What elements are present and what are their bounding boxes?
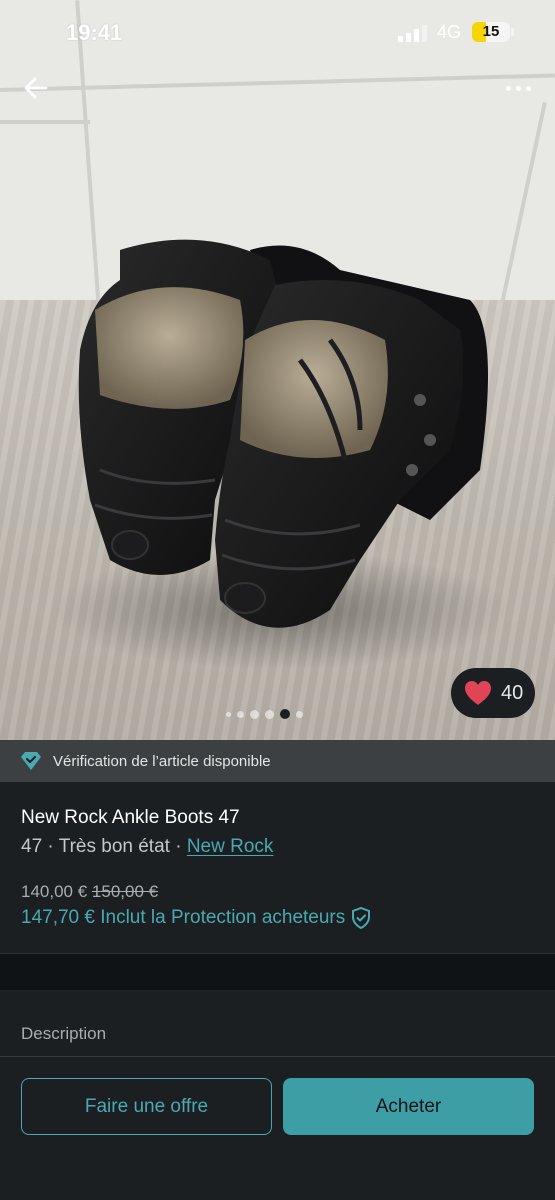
status-bar: 19:41 4G 15: [0, 0, 555, 66]
signal-icon: [398, 24, 428, 42]
verification-text: Vérification de l’article disponible: [53, 752, 271, 770]
action-bar: Faire une offre Acheter: [0, 1057, 555, 1200]
buy-button[interactable]: Acheter: [283, 1078, 534, 1135]
more-options-button[interactable]: [500, 78, 536, 98]
gallery-pagination[interactable]: [226, 707, 303, 721]
diamond-check-icon: [21, 752, 41, 770]
battery-icon: 15: [472, 22, 510, 42]
gallery-dot[interactable]: [296, 710, 303, 718]
total-price-text: 147,70 € Inclut la Protection acheteurs: [21, 907, 346, 928]
network-type: 4G: [437, 22, 462, 42]
item-brand-link[interactable]: New Rock: [187, 836, 274, 857]
gallery-dot[interactable]: [250, 709, 259, 719]
favorite-button[interactable]: 40: [451, 668, 535, 718]
arrow-left-icon: [24, 77, 48, 99]
item-size: 47: [21, 836, 43, 857]
gallery-dot-active[interactable]: [280, 709, 290, 719]
gallery-dot[interactable]: [265, 709, 274, 719]
item-title: New Rock Ankle Boots 47: [21, 807, 240, 828]
status-time: 19:41: [66, 20, 123, 45]
meta-separator: ·: [175, 836, 182, 857]
more-horizontal-icon: [505, 85, 511, 91]
description-section: Description: [0, 990, 555, 1056]
item-condition: Très bon état: [58, 836, 170, 857]
price-row: 140,00 € 150,00 €: [21, 882, 158, 902]
verification-banner[interactable]: Vérification de l’article disponible: [0, 740, 555, 782]
item-price: 140,00 €: [21, 882, 88, 901]
item-meta: 47 · Très bon état · New Rock: [21, 836, 273, 858]
back-button[interactable]: [18, 70, 54, 106]
item-details: New Rock Ankle Boots 47 47 · Très bon ét…: [0, 782, 555, 954]
buyer-protection-price[interactable]: 147,70 € Inclut la Protection acheteurs: [21, 907, 371, 929]
item-old-price: 150,00 €: [91, 882, 159, 901]
gallery-dot[interactable]: [226, 711, 231, 717]
heart-icon: [465, 681, 491, 705]
meta-separator: ·: [47, 836, 54, 857]
product-photo[interactable]: 19:41 4G 15 40: [0, 0, 555, 740]
description-label: Description: [21, 1024, 107, 1043]
section-gap: [0, 954, 555, 990]
make-offer-button[interactable]: Faire une offre: [21, 1078, 272, 1135]
gallery-dot[interactable]: [237, 710, 244, 718]
shield-check-icon: [352, 907, 371, 929]
favorite-count: 40: [501, 681, 524, 704]
battery-cap: [511, 28, 514, 36]
boots-image: [50, 239, 510, 670]
battery-level: 15: [482, 23, 500, 40]
